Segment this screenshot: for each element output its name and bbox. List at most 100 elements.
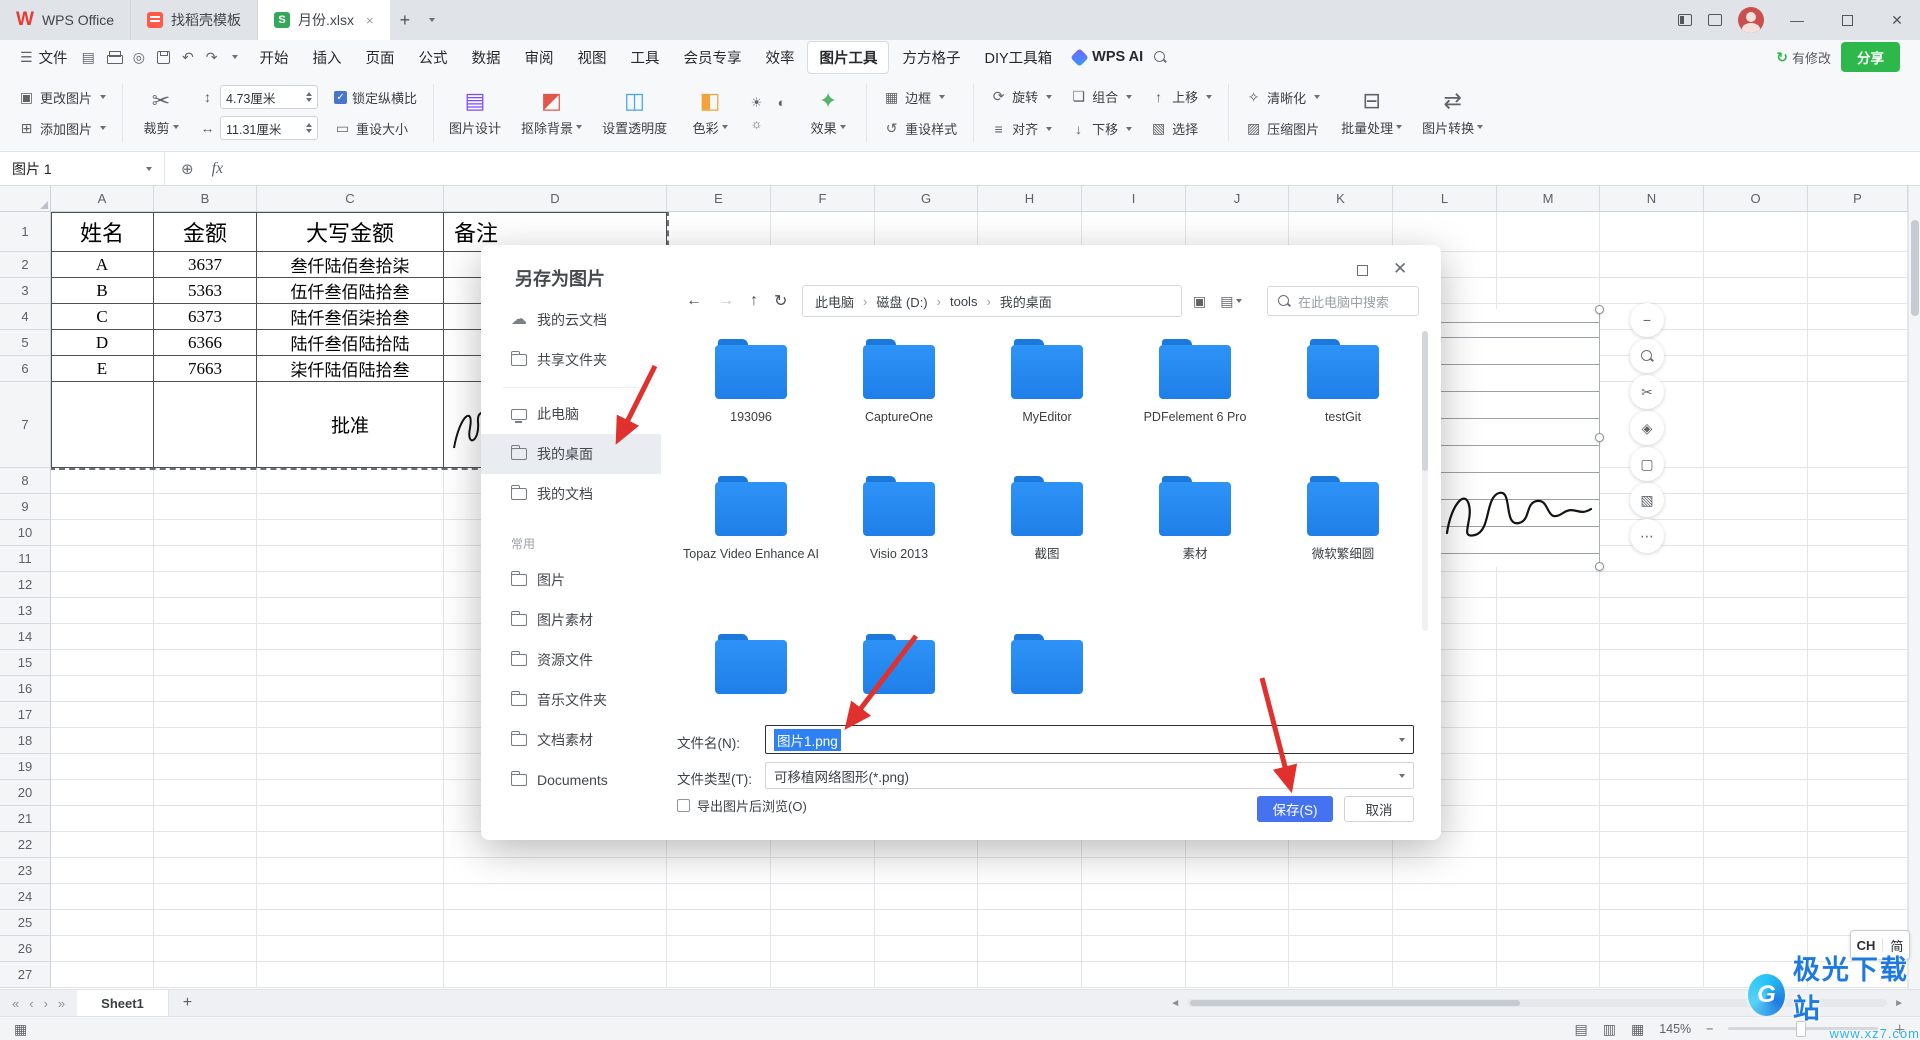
cell-N3[interactable]	[1600, 278, 1704, 304]
cell-C1[interactable]: 大写金额	[257, 212, 444, 252]
change-picture-button[interactable]: ▣更改图片	[12, 85, 112, 109]
cell-E27[interactable]	[667, 962, 771, 988]
menu-tab-12[interactable]: DIY工具箱	[973, 42, 1063, 73]
row-header-15[interactable]: 15	[0, 650, 51, 676]
menu-tab-1[interactable]: 插入	[301, 42, 352, 73]
width-input[interactable]: 11.31厘米	[220, 116, 318, 140]
row-header-25[interactable]: 25	[0, 910, 51, 936]
cell-O17[interactable]	[1704, 702, 1808, 728]
remove-background-button[interactable]: ◩抠除背景	[516, 81, 587, 145]
cell-P24[interactable]	[1808, 884, 1908, 910]
cell-M17[interactable]	[1497, 702, 1600, 728]
sidebar-item-common-1[interactable]: 图片素材	[481, 600, 661, 640]
share-button[interactable]: 分享	[1841, 42, 1900, 72]
cell-N2[interactable]	[1600, 252, 1704, 278]
cell-O16[interactable]	[1704, 676, 1808, 702]
cell-P17[interactable]	[1808, 702, 1908, 728]
folder-tile-6[interactable]: Visio 2013	[825, 474, 973, 632]
sidebar-item-mid-2[interactable]: 我的文档	[481, 474, 661, 514]
cell-O4[interactable]	[1704, 304, 1808, 330]
cell-D23[interactable]	[444, 858, 667, 884]
batch-process-button[interactable]: ⊟批量处理	[1336, 81, 1407, 145]
cell-E25[interactable]	[667, 910, 771, 936]
row-header-19[interactable]: 19	[0, 754, 51, 780]
cell-A2[interactable]: A	[51, 252, 154, 278]
undo-icon[interactable]: ↶	[182, 50, 194, 64]
cell-N17[interactable]	[1600, 702, 1704, 728]
col-header-B[interactable]: B	[154, 186, 257, 212]
cell-M1[interactable]	[1497, 212, 1600, 252]
cell-O10[interactable]	[1704, 520, 1808, 546]
reset-style-button[interactable]: ↺重设样式	[877, 116, 963, 140]
page-layout-icon[interactable]: ▥	[1603, 1022, 1616, 1036]
cell-H26[interactable]	[978, 936, 1082, 962]
cell-C8[interactable]	[257, 468, 444, 494]
sidebar-item-common-0[interactable]: 图片	[481, 560, 661, 600]
cell-F23[interactable]	[771, 858, 875, 884]
wps-ai-button[interactable]: WPS AI	[1063, 49, 1153, 65]
col-header-L[interactable]: L	[1393, 186, 1497, 212]
cell-M14[interactable]	[1497, 624, 1600, 650]
cell-C23[interactable]	[257, 858, 444, 884]
reset-size-button[interactable]: ▭重设大小	[328, 116, 423, 140]
row-header-24[interactable]: 24	[0, 884, 51, 910]
cell-H27[interactable]	[978, 962, 1082, 988]
col-header-H[interactable]: H	[978, 186, 1082, 212]
select-all-corner[interactable]	[0, 186, 51, 212]
cell-A6[interactable]: E	[51, 356, 154, 382]
cell-P8[interactable]	[1808, 468, 1908, 494]
document-tab[interactable]: S 月份.xlsx ×	[258, 0, 390, 40]
cell-N13[interactable]	[1600, 598, 1704, 624]
col-header-D[interactable]: D	[444, 186, 667, 212]
cell-A19[interactable]	[51, 754, 154, 780]
cell-B4[interactable]: 6373	[154, 304, 257, 330]
cell-A7[interactable]	[51, 382, 154, 468]
cancel-button[interactable]: 取消	[1344, 796, 1414, 822]
save-icon[interactable]	[157, 51, 170, 64]
cell-I27[interactable]	[1082, 962, 1186, 988]
folder-tile-2[interactable]: MyEditor	[973, 337, 1121, 474]
col-header-P[interactable]: P	[1808, 186, 1908, 212]
cell-O14[interactable]	[1704, 624, 1808, 650]
breadcrumb-item-3[interactable]: 我的桌面	[1000, 292, 1052, 311]
cell-M19[interactable]	[1497, 754, 1600, 780]
cell-D24[interactable]	[444, 884, 667, 910]
cell-B2[interactable]: 3637	[154, 252, 257, 278]
cell-B8[interactable]	[154, 468, 257, 494]
cell-C14[interactable]	[257, 624, 444, 650]
cell-N20[interactable]	[1600, 780, 1704, 806]
cell-G27[interactable]	[875, 962, 978, 988]
cell-M18[interactable]	[1497, 728, 1600, 754]
cell-A26[interactable]	[51, 936, 154, 962]
folder-tile-1[interactable]: CaptureOne	[825, 337, 973, 474]
cell-P1[interactable]	[1808, 212, 1908, 252]
lock-ratio-checkbox[interactable]: ✓锁定纵横比	[328, 85, 423, 109]
row-header-4[interactable]: 4	[0, 304, 51, 330]
cell-C22[interactable]	[257, 832, 444, 858]
cell-C12[interactable]	[257, 572, 444, 598]
selected-picture[interactable]	[1441, 309, 1600, 567]
cell-P10[interactable]	[1808, 520, 1908, 546]
cell-I25[interactable]	[1082, 910, 1186, 936]
cell-O18[interactable]	[1704, 728, 1808, 754]
cell-O3[interactable]	[1704, 278, 1808, 304]
row-header-26[interactable]: 26	[0, 936, 51, 962]
cell-K27[interactable]	[1289, 962, 1393, 988]
cell-L24[interactable]	[1393, 884, 1497, 910]
menu-tab-11[interactable]: 方方格子	[891, 42, 971, 73]
menu-tab-0[interactable]: 开始	[248, 42, 299, 73]
sheet-tab[interactable]: Sheet1	[77, 990, 169, 1016]
cell-F24[interactable]	[771, 884, 875, 910]
folder-tile-11[interactable]	[825, 632, 973, 722]
filetype-dropdown-icon[interactable]	[1399, 774, 1405, 778]
cell-P12[interactable]	[1808, 572, 1908, 598]
folder-tile-0[interactable]: 193096	[677, 337, 825, 474]
cell-E26[interactable]	[667, 936, 771, 962]
back-icon[interactable]: ←	[686, 292, 702, 310]
breadcrumb-item-1[interactable]: 磁盘 (D:)	[876, 292, 927, 311]
cell-A13[interactable]	[51, 598, 154, 624]
row-header-6[interactable]: 6	[0, 356, 51, 382]
cell-M20[interactable]	[1497, 780, 1600, 806]
add-sheet-button[interactable]: +	[169, 994, 206, 1012]
cell-A20[interactable]	[51, 780, 154, 806]
